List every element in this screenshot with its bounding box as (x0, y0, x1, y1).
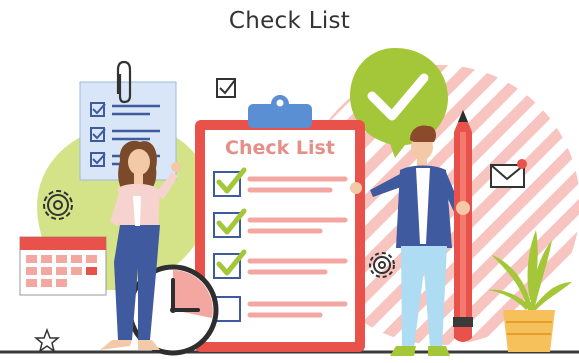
star-icon (33, 327, 61, 353)
calendar-icon (19, 236, 107, 296)
pencil-icon (453, 110, 473, 342)
clipboard-title: Check List (225, 137, 335, 159)
checkbox-icon (216, 78, 236, 98)
checklist-scene: Check List (0, 48, 579, 363)
illustration: Check List Check List (0, 0, 579, 363)
clipboard: Check List (195, 95, 365, 352)
